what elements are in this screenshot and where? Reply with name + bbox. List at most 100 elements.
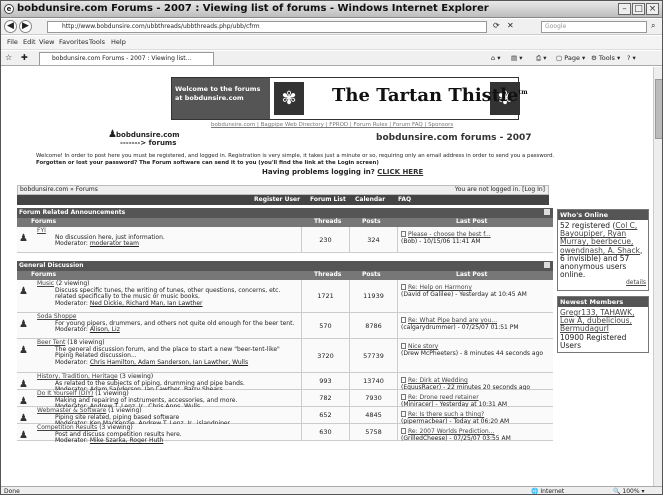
forum-row: ♟ FYI No discussion here, just informati… xyxy=(17,227,553,253)
add-favorite-icon[interactable]: ✚ xyxy=(21,53,28,62)
details-link[interactable]: details xyxy=(626,279,646,286)
newest-member-list[interactable]: Gregr133, TAHAWK, Low A, dubelicious, Be… xyxy=(560,308,634,333)
forum-info: Soda Shoppe For young pipers, drummers, … xyxy=(37,313,295,334)
post-count: 8786 xyxy=(349,313,397,338)
panel-title: Newest Members xyxy=(558,297,648,307)
panel-title: Who's Online xyxy=(558,210,648,220)
forum-list-link[interactable]: Forum List xyxy=(310,195,346,204)
last-post: Re: Help on Harmony (David of Galilee) - … xyxy=(397,280,553,312)
thread-count: 630 xyxy=(301,424,349,440)
feeds-icon[interactable]: ▤ ▾ xyxy=(511,54,522,62)
tools-menu[interactable]: ⚙ Tools ▾ xyxy=(591,54,620,62)
minimize-button[interactable]: – xyxy=(618,3,631,15)
site-banner[interactable]: Welcome to the forums at bobdunsire.com … xyxy=(171,77,528,120)
page-content: Welcome to the forums at bobdunsire.com … xyxy=(1,67,653,486)
vertical-scrollbar[interactable] xyxy=(653,67,662,486)
menu-edit[interactable]: Edit xyxy=(23,38,36,46)
forum-name-link[interactable]: FYI xyxy=(37,227,46,234)
forum-name-link[interactable]: Webmaster & Software xyxy=(37,407,106,414)
post-icon xyxy=(401,411,406,417)
maximize-button[interactable]: □ xyxy=(632,3,645,15)
menu-bar: File Edit View Favorites Tools Help xyxy=(1,36,662,50)
thread-count: 782 xyxy=(301,390,349,406)
forum-row: ♟ Soda Shoppe For young pipers, drummers,… xyxy=(17,313,553,339)
column-header: Forums Threads Posts Last Post xyxy=(17,271,553,280)
register-user-link[interactable]: Register User xyxy=(254,195,300,204)
forum-info: Beer Tent (18 viewing) The general discus… xyxy=(37,339,280,366)
menu-favorites[interactable]: Favorites xyxy=(59,38,88,46)
post-count: 4845 xyxy=(349,407,397,423)
back-button[interactable]: ◀ xyxy=(4,20,17,33)
forum-name-link[interactable]: History, Tradition, Heritage xyxy=(37,373,118,380)
general-forum-list: ♟ Music (2 viewing) Discuss specific tunes… xyxy=(17,280,553,444)
last-post: Please - choose the best f... (Bob) - 10… xyxy=(397,227,553,252)
address-input[interactable]: http://www.bobdunsire.com/ubbthreads/ubb… xyxy=(47,21,487,33)
zoom-label[interactable]: 🔍 100% ▾ xyxy=(613,487,644,494)
last-post: Re: Is there such a thing? (pipermacbear)… xyxy=(397,407,553,424)
scroll-thumb[interactable] xyxy=(655,79,662,139)
forum-nav-bar: Register User Forum List Calendar FAQ xyxy=(17,195,549,205)
forum-info: FYI No discussion here, just information… xyxy=(37,227,165,248)
faq-link[interactable]: FAQ xyxy=(398,195,411,204)
search-input[interactable]: Google xyxy=(541,21,647,33)
post-icon xyxy=(401,394,406,400)
home-icon[interactable]: ⌂ ▾ xyxy=(491,54,500,62)
window-title: bobdunsire.com Forums - 2007 : Viewing l… xyxy=(17,3,489,14)
title-bar: e bobdunsire.com Forums - 2007 : Viewing… xyxy=(1,1,662,18)
forum-name-link[interactable]: Beer Tent xyxy=(37,339,65,346)
forum-row: ♟ Do It Yourself (DIY) (1 viewing) Making … xyxy=(17,390,553,410)
page-menu[interactable]: ▢ Page ▾ xyxy=(556,54,585,62)
post-count: 7930 xyxy=(349,390,397,406)
search-icon[interactable]: ⌕ xyxy=(651,21,655,31)
forum-row: ♟ Music (2 viewing) Discuss specific tunes… xyxy=(17,280,553,313)
last-post: Re: 2007 Worlds Prediction... (GrilledChe… xyxy=(397,424,553,441)
registration-notice: Welcome! In order to post here you must … xyxy=(36,153,555,166)
refresh-icon[interactable]: ⟳ xyxy=(493,21,500,30)
stop-icon[interactable]: ✕ xyxy=(507,21,514,30)
thread-count: 230 xyxy=(301,227,349,252)
post-icon xyxy=(401,284,406,290)
menu-view[interactable]: View xyxy=(39,38,54,46)
banner-welcome: Welcome to the forums at bobdunsire.com xyxy=(172,78,270,119)
whos-online-panel: Who's Online 52 registered (Col C, Bayou… xyxy=(557,209,649,291)
print-icon[interactable]: ⎙ ▾ xyxy=(536,54,547,63)
forum-name-link[interactable]: Competition Results xyxy=(37,424,97,431)
close-button[interactable]: × xyxy=(646,3,659,15)
click-here-link[interactable]: CLICK HERE xyxy=(377,168,423,176)
thread-count: 652 xyxy=(301,407,349,423)
forum-row: ♟ Competition Results (3 viewing) Post and… xyxy=(17,424,553,444)
menu-file[interactable]: File xyxy=(7,38,18,46)
thread-count: 570 xyxy=(301,313,349,338)
member-count: 10900 Registered Users xyxy=(560,332,627,350)
thread-count: 1721 xyxy=(301,280,349,312)
section-header: Forum Related Announcements xyxy=(17,208,553,218)
favorites-star-icon[interactable]: ☆ xyxy=(5,53,12,62)
calendar-link[interactable]: Calendar xyxy=(355,195,385,204)
menu-tools[interactable]: Tools xyxy=(89,38,105,46)
login-status[interactable]: You are not logged in. [Log In] xyxy=(455,186,545,194)
thread-count: 3720 xyxy=(301,339,349,372)
menu-help[interactable]: Help xyxy=(111,38,126,46)
forum-name-link[interactable]: Do It Yourself (DIY) xyxy=(37,390,93,397)
forum-name-link[interactable]: Soda Shoppe xyxy=(37,313,76,320)
post-count: 13740 xyxy=(349,373,397,389)
tab-active[interactable]: bobdunsire.com Forums - 2007 : Viewing l… xyxy=(39,52,214,65)
last-post: Re: Drone reed retainer (Miniracer) - Yes… xyxy=(397,390,553,407)
last-post: Re: What Pipe band are you... (calgarydru… xyxy=(397,313,553,338)
post-count: 324 xyxy=(349,227,397,252)
breadcrumb: bobdunsire.com » Forums You are not logg… xyxy=(17,185,549,195)
forum-logo[interactable]: ♟ bobdunsire.com -------> forums xyxy=(108,130,180,148)
announcements-section: Forum Related Announcements Forums Threa… xyxy=(17,208,553,253)
help-icon[interactable]: ? ▾ xyxy=(627,54,636,62)
post-icon xyxy=(401,343,406,349)
forum-row: ♟ History, Tradition, Heritage (3 viewing… xyxy=(17,373,553,393)
post-icon xyxy=(401,428,406,434)
collapse-icon[interactable] xyxy=(544,209,550,215)
forum-piper-icon: ♟ xyxy=(19,345,28,356)
forward-button[interactable]: ▶ xyxy=(19,20,32,33)
banner-links[interactable]: bobdunsire.com | Bagpipe Web Directory |… xyxy=(211,122,453,128)
login-help: Having problems logging in? CLICK HERE xyxy=(262,168,424,176)
forum-name-link[interactable]: Music xyxy=(37,280,54,287)
collapse-icon[interactable] xyxy=(544,262,550,268)
last-post: Nice story (Drew McPheeters) - 8 minutes … xyxy=(397,339,553,372)
